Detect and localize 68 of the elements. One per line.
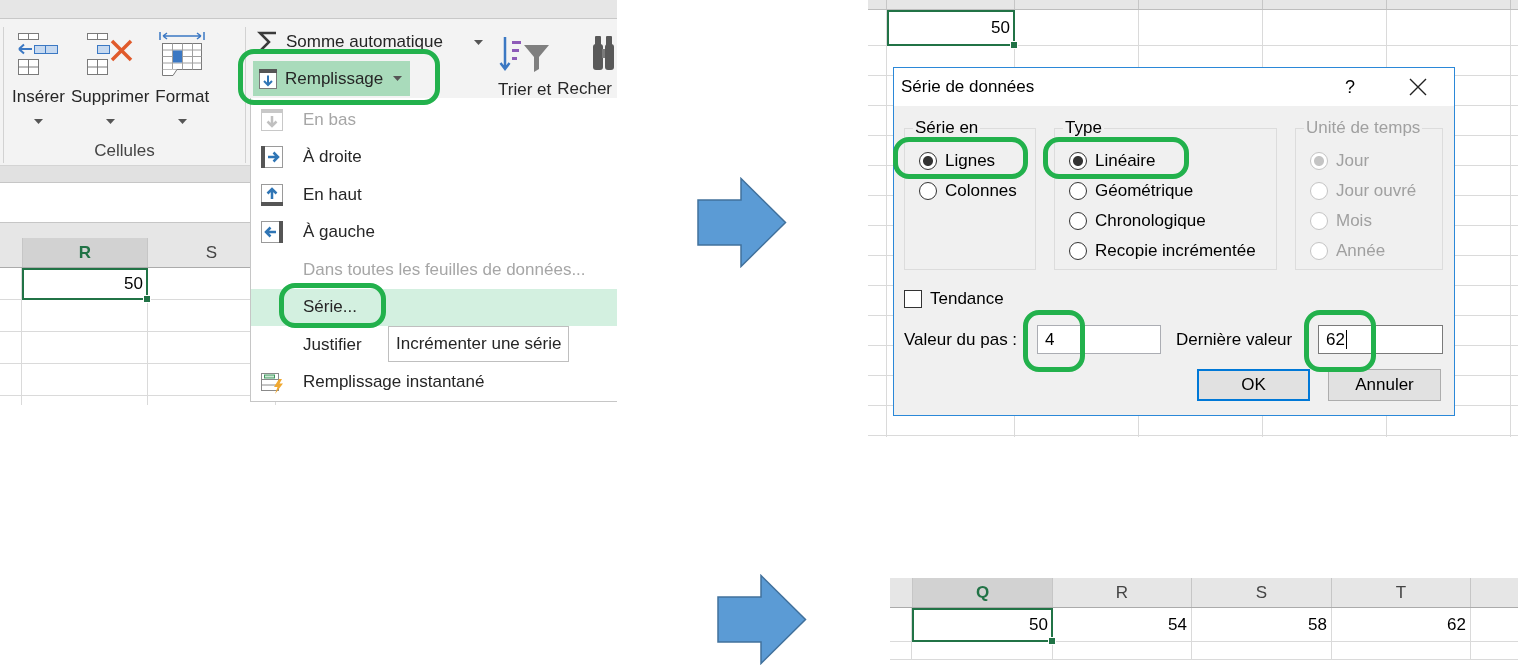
- checkbox[interactable]: [904, 290, 922, 308]
- autosum-button[interactable]: Somme automatique: [253, 29, 485, 55]
- binoculars-icon: [593, 36, 615, 70]
- group-title: Unité de temps: [1304, 118, 1423, 138]
- ribbon-button[interactable]: Format: [153, 27, 212, 124]
- input-field[interactable]: 62: [1318, 325, 1443, 354]
- group-label: Cellules: [94, 141, 155, 160]
- radio-label: Chronologique: [1095, 211, 1206, 231]
- fill-handle[interactable]: [143, 295, 151, 303]
- field-label: Valeur du pas :: [904, 329, 1019, 350]
- radio-label: Recopie incrémentée: [1095, 241, 1256, 261]
- flash-fill-icon: [260, 370, 284, 395]
- dialog-button[interactable]: OK: [1197, 369, 1310, 401]
- dialog-button[interactable]: Annuler: [1328, 369, 1441, 401]
- fill-button[interactable]: Remplissage: [253, 61, 410, 96]
- format-cells-icon: [159, 32, 206, 76]
- close-icon[interactable]: [1409, 78, 1427, 96]
- radio-label: Année: [1336, 241, 1386, 261]
- radio-button[interactable]: [1069, 152, 1087, 170]
- radio-label: Géométrique: [1095, 181, 1194, 201]
- field-label: Dernière valeur: [1176, 329, 1294, 350]
- radio-button[interactable]: [1069, 242, 1087, 260]
- menu-item[interactable]: En haut: [251, 176, 617, 214]
- dialog-title: Série de données: [901, 77, 1035, 97]
- radio-button[interactable]: [919, 182, 937, 200]
- column-header[interactable]: T: [1332, 578, 1471, 607]
- find-button[interactable]: Recher: [557, 27, 615, 97]
- column-header[interactable]: S: [1192, 578, 1332, 607]
- radio-button[interactable]: [1069, 182, 1087, 200]
- caret-icon: [393, 76, 402, 81]
- menu-item[interactable]: Remplissage instantané: [251, 363, 617, 401]
- column-header[interactable]: R: [22, 238, 148, 267]
- spreadsheet-cell[interactable]: 54: [1053, 608, 1192, 642]
- column-header[interactable]: Q: [912, 578, 1053, 607]
- sort-filter-button[interactable]: Trier et: [498, 27, 552, 98]
- fill-down-icon: [258, 67, 278, 90]
- input-field[interactable]: 4: [1037, 325, 1161, 354]
- radio-label: Jour ouvré: [1336, 181, 1417, 201]
- spreadsheet-cell[interactable]: 50: [22, 268, 148, 300]
- menu-item[interactable]: À droite: [251, 138, 617, 176]
- spreadsheet-cell[interactable]: 62: [1332, 608, 1471, 642]
- insert-cells-icon: [17, 32, 60, 76]
- radio-label: Colonnes: [945, 181, 1017, 201]
- tooltip: Incrémenter une série: [388, 326, 570, 362]
- radio-label: Lignes: [945, 151, 996, 171]
- ribbon-button[interactable]: Insérer: [10, 27, 67, 124]
- radio-label: Mois: [1336, 211, 1372, 231]
- ribbon-button[interactable]: Supprimer: [68, 27, 152, 124]
- radio-button[interactable]: [919, 152, 937, 170]
- help-button[interactable]: ?: [1341, 77, 1359, 97]
- fill-handle[interactable]: [1010, 41, 1018, 49]
- checkbox-label: Tendance: [930, 289, 1004, 309]
- radio-label: Linéaire: [1095, 151, 1156, 171]
- radio-label: Jour: [1336, 151, 1370, 171]
- spreadsheet-cell[interactable]: 50: [912, 608, 1053, 642]
- menu-item[interactable]: Série...: [251, 288, 617, 326]
- caret-icon: [33, 119, 43, 124]
- caret-icon: [177, 119, 187, 124]
- spreadsheet-cell[interactable]: 50: [887, 10, 1015, 46]
- text-cursor: [1345, 330, 1348, 349]
- column-header[interactable]: R: [1053, 578, 1192, 607]
- spreadsheet-cell[interactable]: 58: [1192, 608, 1332, 642]
- group-title: Type: [1063, 118, 1104, 138]
- fill-handle[interactable]: [1048, 637, 1056, 645]
- delete-cells-icon: [86, 32, 135, 76]
- caret-icon: [105, 119, 115, 124]
- radio-button[interactable]: [1069, 212, 1087, 230]
- caret-icon: [474, 39, 483, 45]
